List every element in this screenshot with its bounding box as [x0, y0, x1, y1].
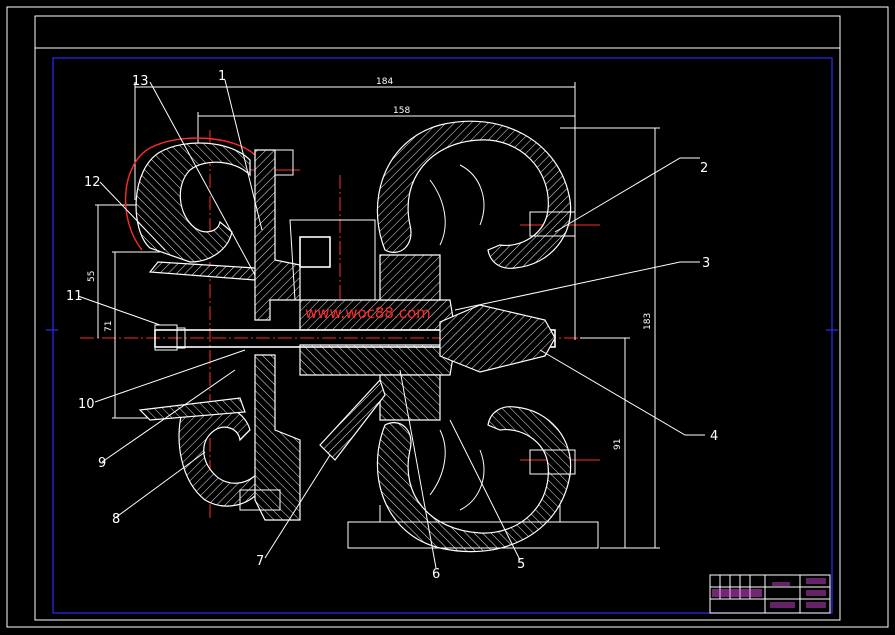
part-label-2: 2 [700, 161, 708, 176]
part-label-7: 7 [256, 554, 264, 569]
part-label-11: 11 [66, 289, 83, 304]
title-block [709, 574, 831, 614]
part-label-6: 6 [432, 567, 440, 582]
dim-overall-height: 183 [643, 313, 653, 330]
part-label-4: 4 [710, 429, 718, 444]
dim-inner-width: 158 [393, 106, 410, 116]
compressor-volute-upper [124, 137, 256, 281]
dim-overall-width: 184 [376, 77, 393, 87]
dim-left-height-upper: 55 [87, 271, 97, 282]
turbocharger-assembly-drawing: 184 158 183 91 55 71 1 2 3 4 5 6 7 8 9 1… [6, 6, 889, 628]
part-label-10: 10 [78, 397, 95, 412]
part-label-8: 8 [112, 512, 120, 527]
dim-right-height: 91 [613, 439, 623, 450]
dim-left-height-lower: 71 [104, 321, 114, 332]
bearing-housing [239, 149, 456, 521]
part-label-9: 9 [98, 456, 106, 471]
part-label-12: 12 [84, 175, 101, 190]
part-label-3: 3 [702, 256, 710, 271]
part-label-1: 1 [218, 69, 226, 84]
part-label-13: 13 [132, 74, 149, 89]
watermark: www.woc88.com [305, 304, 431, 322]
part-label-5: 5 [517, 557, 525, 572]
